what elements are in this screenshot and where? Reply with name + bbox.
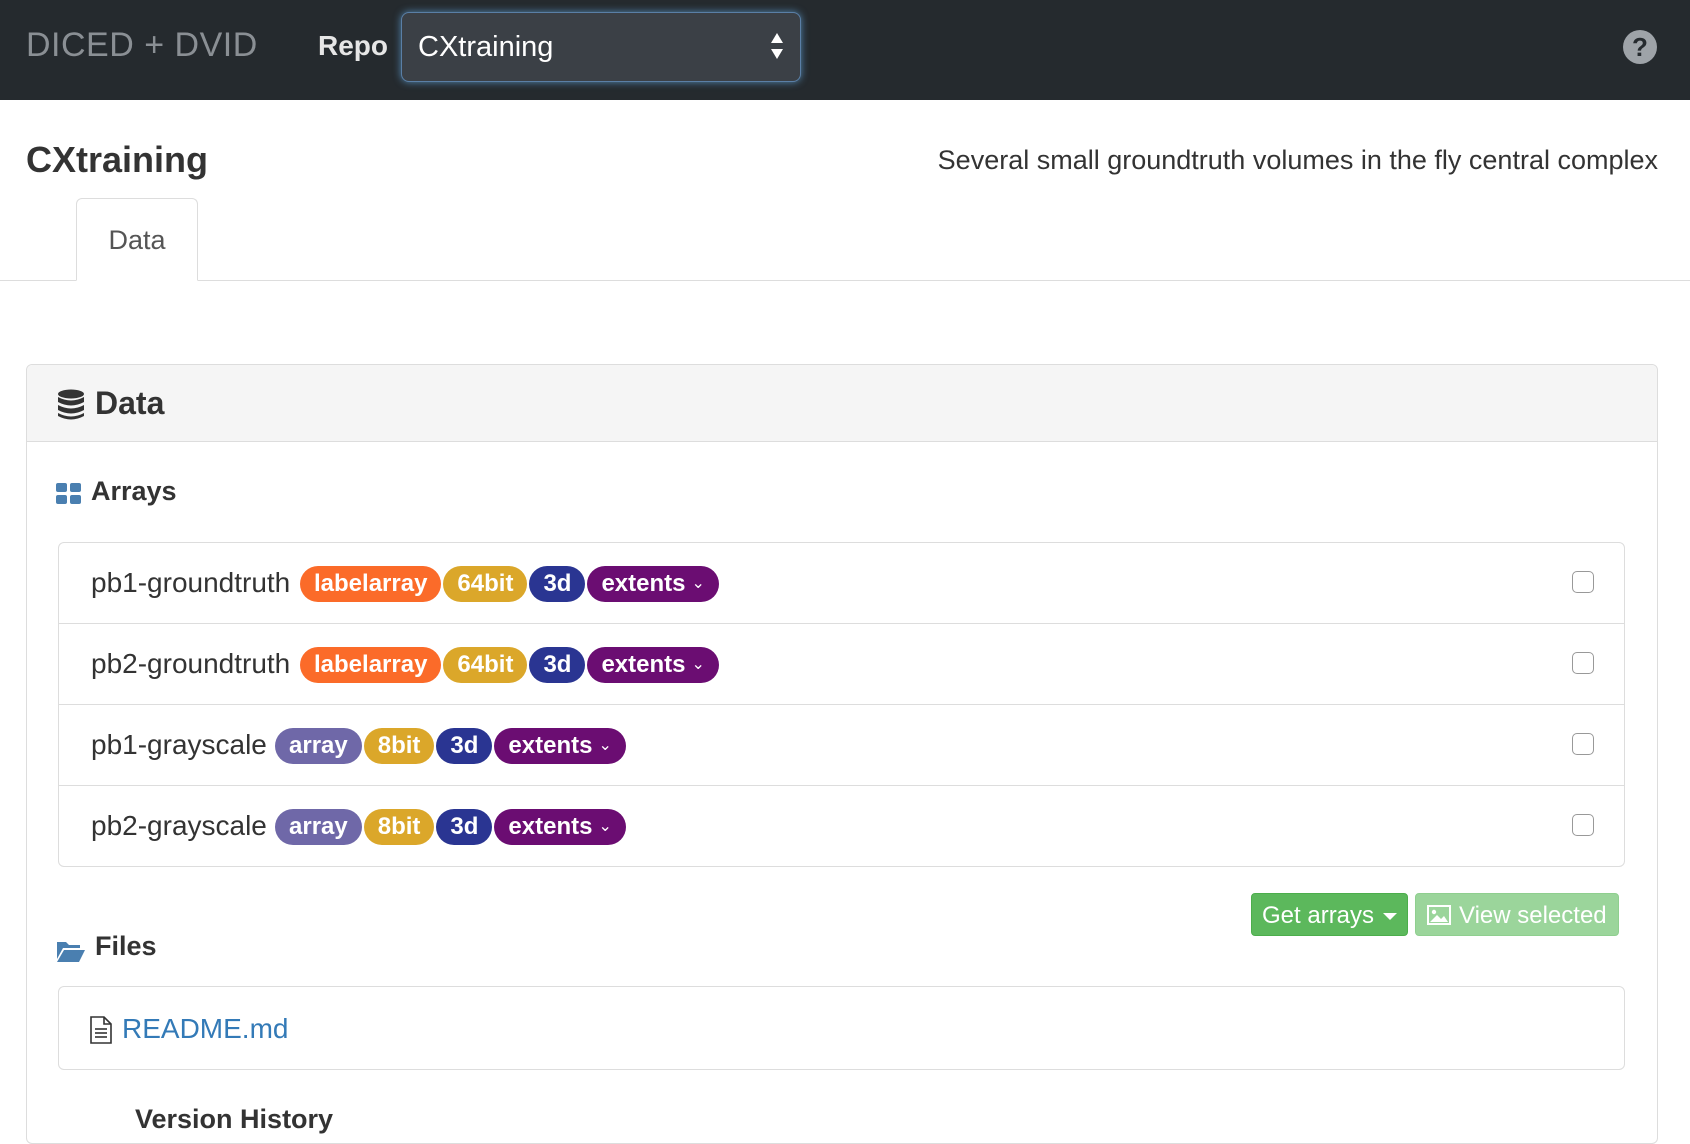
tabs-divider <box>0 280 1690 281</box>
select-checkbox[interactable] <box>1572 652 1594 674</box>
array-tags: array 8bit 3d extents ⌄ <box>275 809 626 845</box>
list-item: pb2-grayscale array 8bit 3d extents ⌄ <box>59 786 1624 866</box>
panel-title: Data <box>95 385 165 421</box>
panel-heading: Data <box>27 365 1657 442</box>
caret-down-icon <box>1383 913 1397 920</box>
extents-dropdown[interactable]: extents ⌄ <box>587 566 719 602</box>
extents-dropdown[interactable]: extents ⌄ <box>494 728 626 764</box>
file-text-icon <box>90 1016 112 1044</box>
extents-dropdown[interactable]: extents ⌄ <box>587 647 719 683</box>
bitdepth-badge: 64bit <box>443 647 528 683</box>
extents-label: extents <box>601 651 686 678</box>
type-badge: array <box>275 728 362 764</box>
dims-badge: 3d <box>529 647 586 683</box>
chevron-down-icon: ⌄ <box>691 575 705 592</box>
files-list: README.md <box>58 986 1625 1070</box>
array-name: pb2-groundtruth <box>91 648 291 679</box>
dims-badge: 3d <box>436 809 493 845</box>
get-arrays-button[interactable]: Get arrays <box>1251 893 1408 936</box>
array-tags: labelarray 64bit 3d extents ⌄ <box>300 647 719 683</box>
page-description: Several small groundtruth volumes in the… <box>937 145 1658 175</box>
repo-select-value: CXtraining <box>418 31 554 63</box>
file-link[interactable]: README.md <box>122 1013 288 1045</box>
list-item: pb2-groundtruth labelarray 64bit 3d exte… <box>59 624 1624 705</box>
brand-logo-text[interactable]: DICED + DVID <box>26 26 258 65</box>
repo-label: Repo <box>318 30 388 61</box>
chevron-down-icon: ⌄ <box>598 818 612 835</box>
tab-data[interactable]: Data <box>76 198 198 281</box>
extents-dropdown[interactable]: extents ⌄ <box>494 809 626 845</box>
image-icon <box>1427 905 1451 925</box>
dims-badge: 3d <box>529 566 586 602</box>
folder-open-icon <box>57 942 85 962</box>
extents-label: extents <box>508 732 593 759</box>
type-badge: labelarray <box>300 647 442 683</box>
bitdepth-badge: 8bit <box>363 728 435 764</box>
chevron-down-icon: ⌄ <box>691 656 705 673</box>
select-checkbox[interactable] <box>1572 733 1594 755</box>
list-item: pb1-grayscale array 8bit 3d extents ⌄ <box>59 705 1624 786</box>
view-selected-label: View selected <box>1459 902 1607 929</box>
list-item: pb1-groundtruth labelarray 64bit 3d exte… <box>59 543 1624 624</box>
array-name: pb1-groundtruth <box>91 567 291 598</box>
arrays-list: pb1-groundtruth labelarray 64bit 3d exte… <box>58 542 1625 867</box>
extents-label: extents <box>508 813 593 840</box>
view-selected-button[interactable]: View selected <box>1415 893 1619 936</box>
bitdepth-badge: 8bit <box>363 809 435 845</box>
get-arrays-label: Get arrays <box>1262 902 1375 929</box>
arrays-heading: Arrays <box>91 476 177 506</box>
array-tags: labelarray 64bit 3d extents ⌄ <box>300 566 719 602</box>
select-checkbox[interactable] <box>1572 571 1594 593</box>
select-checkbox[interactable] <box>1572 814 1594 836</box>
array-tags: array 8bit 3d extents ⌄ <box>275 728 626 764</box>
select-arrows-icon <box>771 33 783 59</box>
type-badge: array <box>275 809 362 845</box>
database-icon <box>58 389 84 420</box>
repo-select[interactable]: CXtraining <box>401 12 801 82</box>
dims-badge: 3d <box>436 728 493 764</box>
question-circle-icon[interactable]: ? <box>1623 30 1657 64</box>
chevron-down-icon: ⌄ <box>598 737 612 754</box>
top-navbar: DICED + DVID Repo CXtraining ? <box>0 0 1690 100</box>
page-title: CXtraining <box>26 139 209 180</box>
grid-icon <box>56 483 81 504</box>
type-badge: labelarray <box>300 566 442 602</box>
bitdepth-badge: 64bit <box>443 566 528 602</box>
files-heading: Files <box>95 931 157 961</box>
extents-label: extents <box>601 570 686 597</box>
tab-data-label: Data <box>108 225 166 255</box>
array-name: pb2-grayscale <box>91 810 267 841</box>
array-name: pb1-grayscale <box>91 729 267 760</box>
